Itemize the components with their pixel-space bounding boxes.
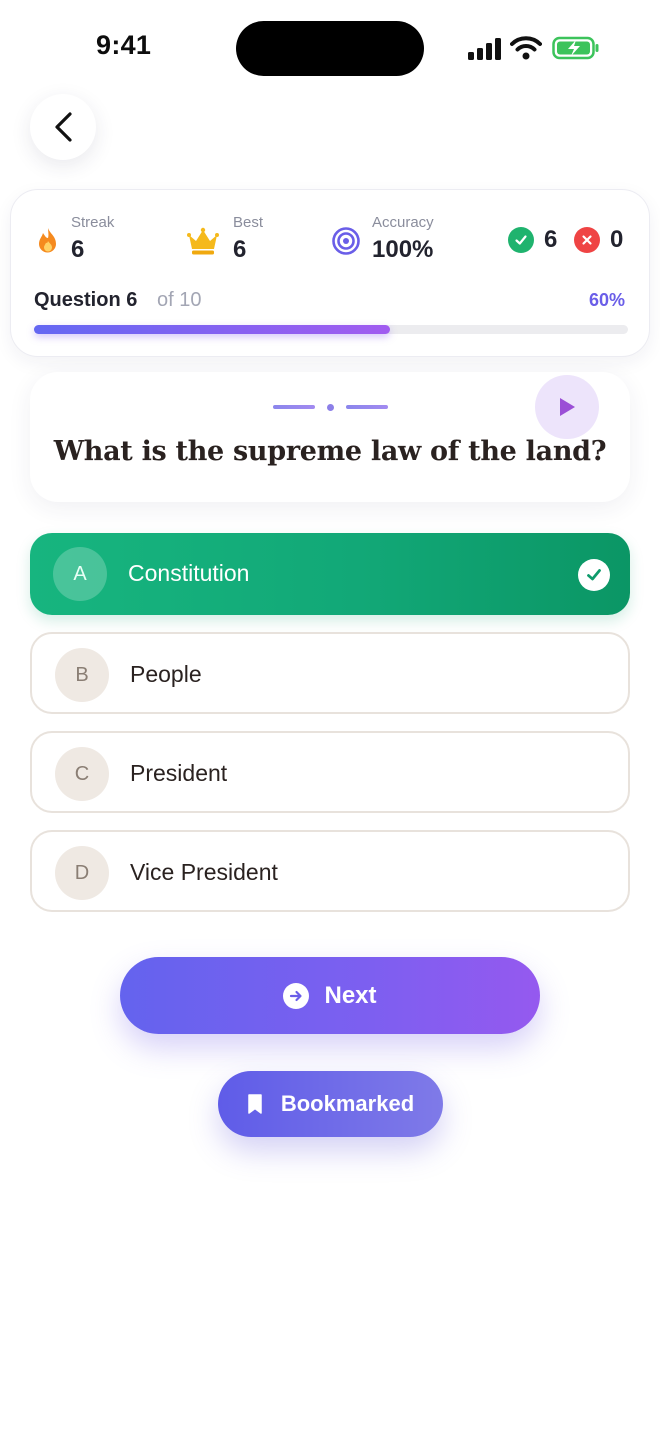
wifi-icon <box>510 36 542 60</box>
status-bar: 9:41 <box>0 0 660 96</box>
option-text: President <box>130 760 228 786</box>
bookmark-button[interactable]: Bookmarked <box>218 1071 443 1137</box>
option-letter: C <box>55 747 109 801</box>
stats-card: Streak 6 Best 6 Accuracy 100% 6 0 Questi… <box>10 189 650 357</box>
target-icon <box>332 227 360 255</box>
next-button-label: Next <box>324 981 377 1009</box>
option-letter: D <box>55 846 109 900</box>
option-b[interactable]: B People <box>30 632 630 714</box>
accuracy-label: Accuracy <box>372 214 434 231</box>
audio-play-button[interactable] <box>535 375 599 439</box>
cellular-signal-icon <box>468 38 501 60</box>
check-circle-icon <box>508 227 534 253</box>
arrow-right-circle-icon <box>283 982 310 1009</box>
chevron-left-icon <box>55 112 72 142</box>
best-label: Best <box>233 214 264 231</box>
dynamic-island <box>236 21 424 76</box>
question-total: of 10 <box>157 289 202 311</box>
question-text: What is the supreme law of the land? <box>53 436 607 467</box>
wrong-count-value: 0 <box>610 226 624 253</box>
progress-fill <box>34 325 391 334</box>
option-text: People <box>130 661 202 687</box>
crown-icon <box>187 227 219 255</box>
streak-label: Streak <box>71 214 115 231</box>
next-button[interactable]: Next <box>120 957 540 1034</box>
question-number: Question 6 <box>34 289 138 311</box>
question-card: What is the supreme law of the land? <box>30 372 630 502</box>
progress-percent: 60% <box>588 290 625 310</box>
option-text: Constitution <box>128 560 250 586</box>
back-button[interactable] <box>30 94 96 160</box>
check-icon <box>578 559 610 591</box>
x-circle-icon <box>574 227 600 253</box>
option-a[interactable]: A Constitution <box>30 533 630 615</box>
correct-count-value: 6 <box>544 226 558 253</box>
decorative-divider <box>273 404 389 411</box>
streak-value: 6 <box>71 236 85 263</box>
option-d[interactable]: D Vice President <box>30 830 630 912</box>
accuracy-value: 100% <box>372 236 434 263</box>
battery-charging-icon <box>552 36 599 60</box>
progress-bar <box>34 325 628 334</box>
status-time: 9:41 <box>96 30 152 60</box>
option-text: Vice President <box>130 859 278 885</box>
bookmark-button-label: Bookmarked <box>280 1091 415 1116</box>
option-letter: A <box>53 547 107 601</box>
option-c[interactable]: C President <box>30 731 630 813</box>
play-icon <box>560 398 575 416</box>
best-value: 6 <box>233 236 247 263</box>
option-letter: B <box>55 648 109 702</box>
flame-icon <box>39 228 56 253</box>
bookmark-icon <box>248 1094 262 1114</box>
wrong-count: 0 <box>574 226 623 254</box>
correct-count: 6 <box>508 226 557 254</box>
